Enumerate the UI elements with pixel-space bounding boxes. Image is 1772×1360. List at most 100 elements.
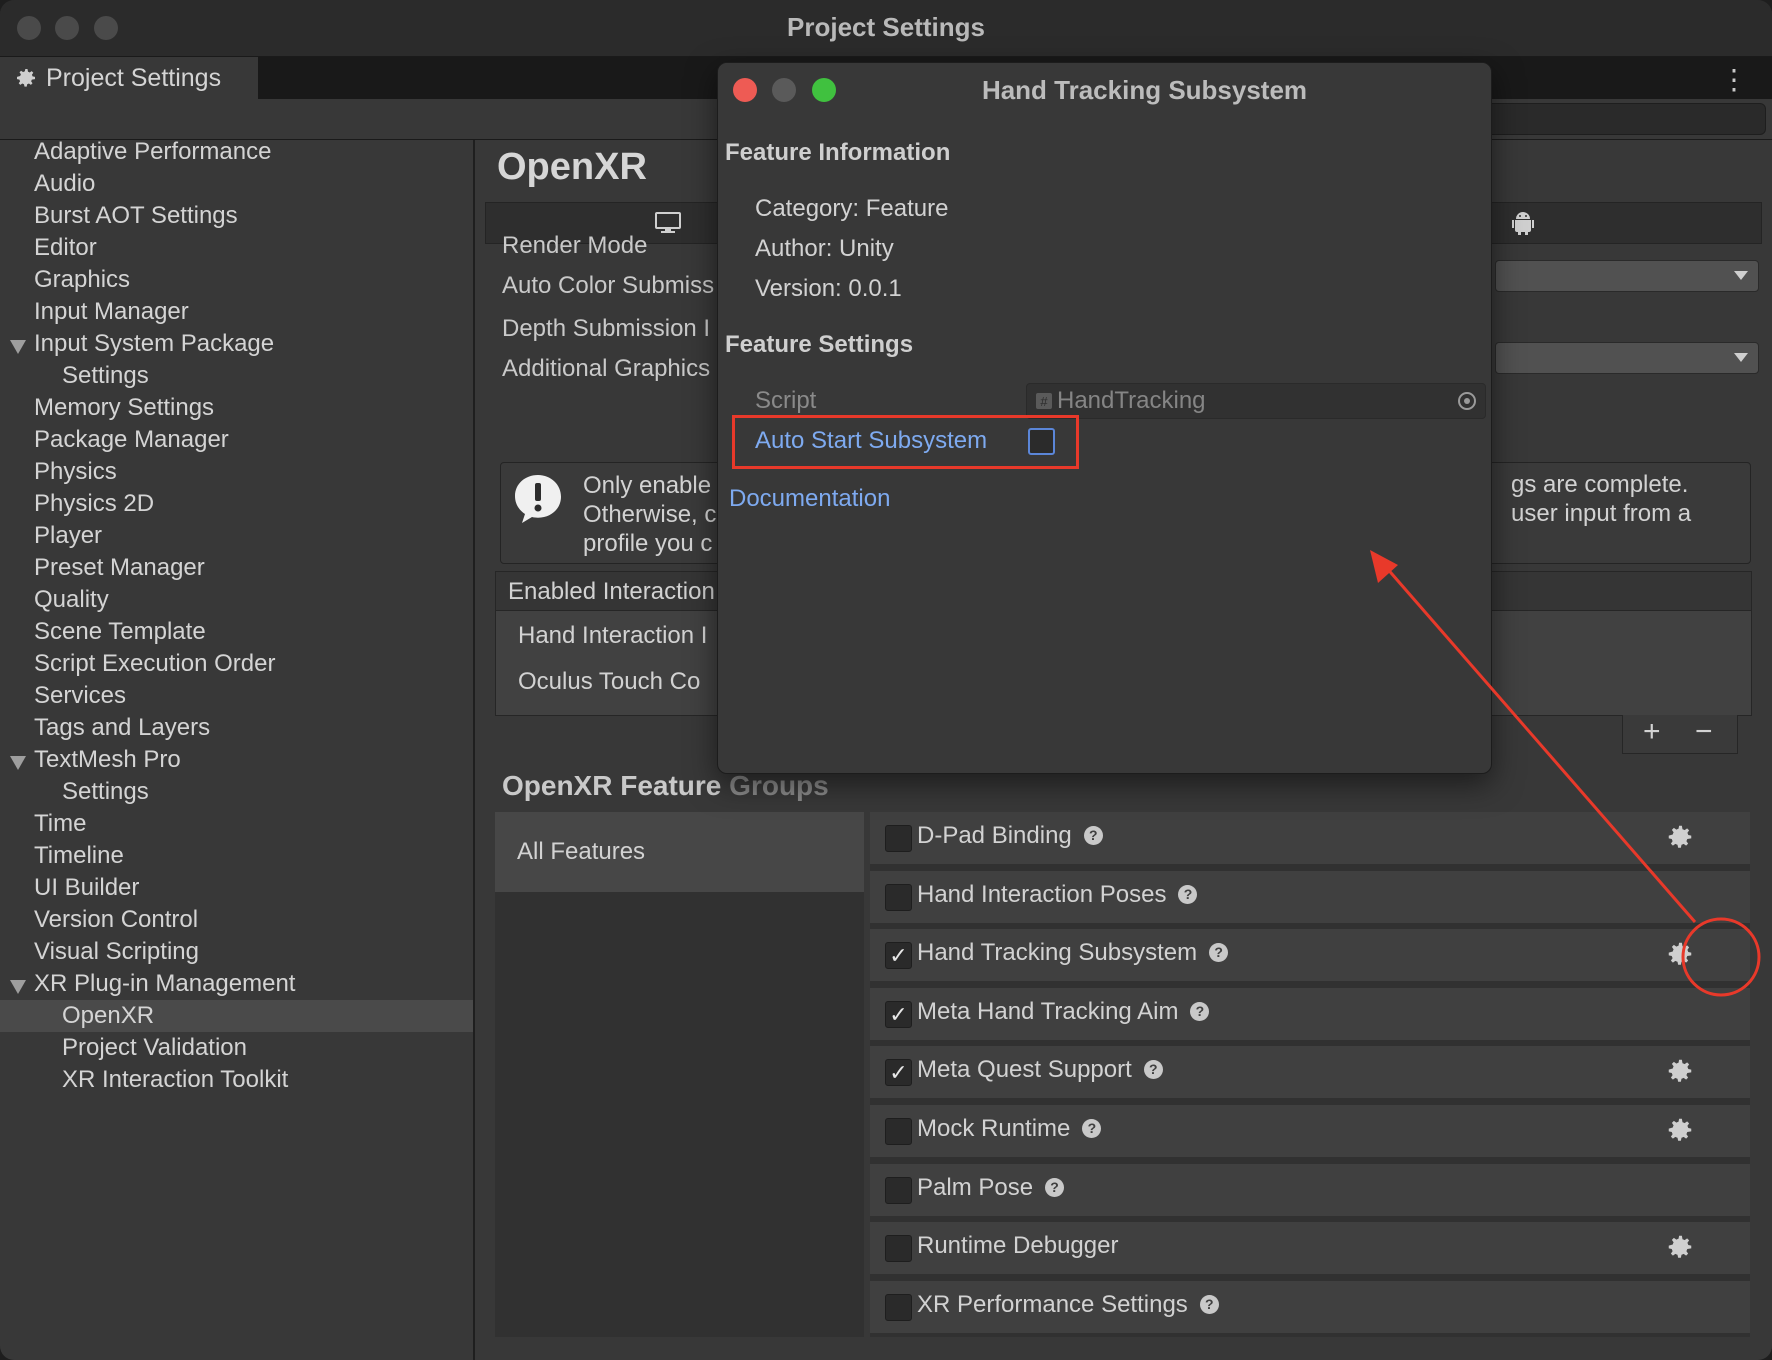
sidebar-item-label: Services	[34, 682, 127, 709]
render-mode-dropdown[interactable]	[1495, 260, 1759, 292]
feature-name: XR Performance Settings	[917, 1290, 1188, 1318]
sidebar-item-label: Quality	[34, 586, 109, 613]
feature-label: Hand Tracking Subsystem?	[917, 939, 1229, 967]
help-icon[interactable]: ?	[1190, 1001, 1210, 1021]
sidebar-item-package-manager[interactable]: Package Manager	[0, 424, 473, 456]
feature-label: Meta Hand Tracking Aim?	[917, 998, 1210, 1026]
gear-icon[interactable]	[1665, 1056, 1695, 1086]
feature-checkbox[interactable]: ✓	[885, 942, 912, 970]
sidebar-item-visual-scripting[interactable]: Visual Scripting	[0, 936, 473, 968]
android-icon[interactable]	[1509, 209, 1537, 237]
expand-triangle-icon[interactable]	[10, 756, 26, 770]
chevron-down-icon	[1734, 271, 1748, 280]
help-icon[interactable]: ?	[1143, 1060, 1163, 1080]
list-item[interactable]: Hand Interaction I	[518, 622, 707, 650]
help-icon[interactable]: ?	[1045, 1177, 1065, 1197]
sidebar-item-label: Time	[34, 810, 87, 837]
help-icon[interactable]: ?	[1199, 1294, 1219, 1314]
feature-checkbox[interactable]	[885, 1235, 912, 1263]
sidebar-item-timeline[interactable]: Timeline	[0, 840, 473, 872]
sidebar-item-burst-aot-settings[interactable]: Burst AOT Settings	[0, 200, 473, 232]
sidebar-item-input-manager[interactable]: Input Manager	[0, 296, 473, 328]
sidebar-item-editor[interactable]: Editor	[0, 232, 473, 264]
sidebar-item-adaptive-performance[interactable]: Adaptive Performance	[0, 136, 473, 168]
feature-checkbox[interactable]: ✓	[885, 1000, 912, 1028]
expand-triangle-icon[interactable]	[10, 980, 26, 994]
sidebar-item-label: Project Validation	[62, 1034, 247, 1061]
sidebar-item-label: Visual Scripting	[34, 938, 199, 965]
sidebar-item-label: Input System Package	[34, 330, 275, 357]
sidebar-item-xr-interaction-toolkit[interactable]: XR Interaction Toolkit	[0, 1064, 473, 1096]
help-icon[interactable]: ?	[1178, 884, 1198, 904]
feature-label: Runtime Debugger	[917, 1232, 1118, 1260]
sidebar-item-player[interactable]: Player	[0, 520, 473, 552]
help-icon[interactable]: ?	[1083, 826, 1103, 845]
add-profile-button[interactable]: +	[1643, 715, 1661, 749]
script-field[interactable]: # HandTracking	[1026, 383, 1486, 419]
group-all-features[interactable]: All Features	[495, 812, 864, 892]
sidebar-item-openxr[interactable]: OpenXR	[0, 1000, 473, 1032]
feature-checkbox[interactable]: ✓	[885, 1059, 912, 1087]
sidebar-item-audio[interactable]: Audio	[0, 168, 473, 200]
sidebar-item-label: XR Plug-in Management	[34, 970, 296, 997]
sidebar-item-ui-builder[interactable]: UI Builder	[0, 872, 473, 904]
sidebar-item-memory-settings[interactable]: Memory Settings	[0, 392, 473, 424]
sidebar-item-version-control[interactable]: Version Control	[0, 904, 473, 936]
feature-checkbox[interactable]	[885, 1118, 912, 1145]
sidebar-item-time[interactable]: Time	[0, 808, 473, 840]
sidebar-item-graphics[interactable]: Graphics	[0, 264, 473, 296]
sidebar-item-label: OpenXR	[62, 1002, 155, 1029]
sidebar-item-physics-2d[interactable]: Physics 2D	[0, 488, 473, 520]
help-icon[interactable]: ?	[1082, 1119, 1102, 1138]
sidebar-item-textmesh-pro[interactable]: TextMesh Pro	[0, 744, 473, 776]
sidebar-item-xr-plug-in-management[interactable]: XR Plug-in Management	[0, 968, 473, 1000]
expand-triangle-icon[interactable]	[10, 340, 26, 354]
desktop-icon[interactable]	[654, 211, 682, 235]
sidebar-item-label: Settings	[62, 778, 149, 805]
gear-icon[interactable]	[1665, 1232, 1695, 1262]
help-icon[interactable]: ?	[1209, 943, 1229, 963]
sidebar-item-input-system-package[interactable]: Input System Package	[0, 328, 473, 360]
feature-author: Author: Unity	[755, 235, 894, 262]
sidebar-item-quality[interactable]: Quality	[0, 584, 473, 616]
profiles-header-label: Enabled Interaction	[508, 578, 715, 605]
search-input[interactable]	[1464, 103, 1766, 135]
gear-icon[interactable]	[1665, 939, 1695, 969]
more-options-icon[interactable]: ⋮	[1720, 63, 1748, 96]
object-picker-icon[interactable]	[1457, 391, 1477, 411]
feature-groups-title-main: OpenXR Feature	[502, 770, 722, 801]
sidebar-item-settings[interactable]: Settings	[0, 360, 473, 392]
popup-title-bar: Hand Tracking Subsystem	[718, 63, 1491, 113]
documentation-link[interactable]: Documentation	[729, 485, 890, 513]
feature-checkbox[interactable]	[885, 1293, 912, 1321]
feature-checkbox[interactable]	[885, 1176, 912, 1204]
script-file-icon: #	[1036, 393, 1052, 409]
feature-groups-list: All Features	[495, 812, 864, 1337]
sidebar-item-label: Physics	[34, 458, 117, 485]
remove-profile-button[interactable]: −	[1695, 715, 1713, 749]
feature-checkbox[interactable]	[885, 825, 912, 852]
sidebar-item-project-validation[interactable]: Project Validation	[0, 1032, 473, 1064]
feature-checkbox[interactable]	[885, 883, 912, 911]
gear-icon[interactable]	[1665, 822, 1695, 852]
gear-icon[interactable]	[1665, 1115, 1695, 1145]
list-item[interactable]: Oculus Touch Co	[518, 668, 700, 696]
feature-settings-heading: Feature Settings	[725, 331, 914, 358]
sidebar-item-label: TextMesh Pro	[34, 746, 181, 773]
sidebar-item-scene-template[interactable]: Scene Template	[0, 616, 473, 648]
sidebar-item-script-execution-order[interactable]: Script Execution Order	[0, 648, 473, 680]
sidebar-item-settings[interactable]: Settings	[0, 776, 473, 808]
script-label: Script	[755, 387, 817, 414]
sidebar-item-label: UI Builder	[34, 874, 140, 901]
additional-graphics-label: Additional Graphics	[502, 355, 711, 382]
sidebar-item-preset-manager[interactable]: Preset Manager	[0, 552, 473, 584]
depth-submission-dropdown[interactable]	[1495, 342, 1759, 374]
sidebar-item-services[interactable]: Services	[0, 680, 473, 712]
sidebar-item-physics[interactable]: Physics	[0, 456, 473, 488]
sidebar-item-label: Player	[34, 522, 103, 549]
sidebar-item-tags-and-layers[interactable]: Tags and Layers	[0, 712, 473, 744]
annotation-highlight-box	[732, 415, 1079, 469]
sidebar-item-label: Memory Settings	[34, 394, 215, 421]
tab-project-settings[interactable]: Project Settings	[0, 57, 258, 99]
feature-name: Hand Interaction Poses	[917, 880, 1167, 908]
